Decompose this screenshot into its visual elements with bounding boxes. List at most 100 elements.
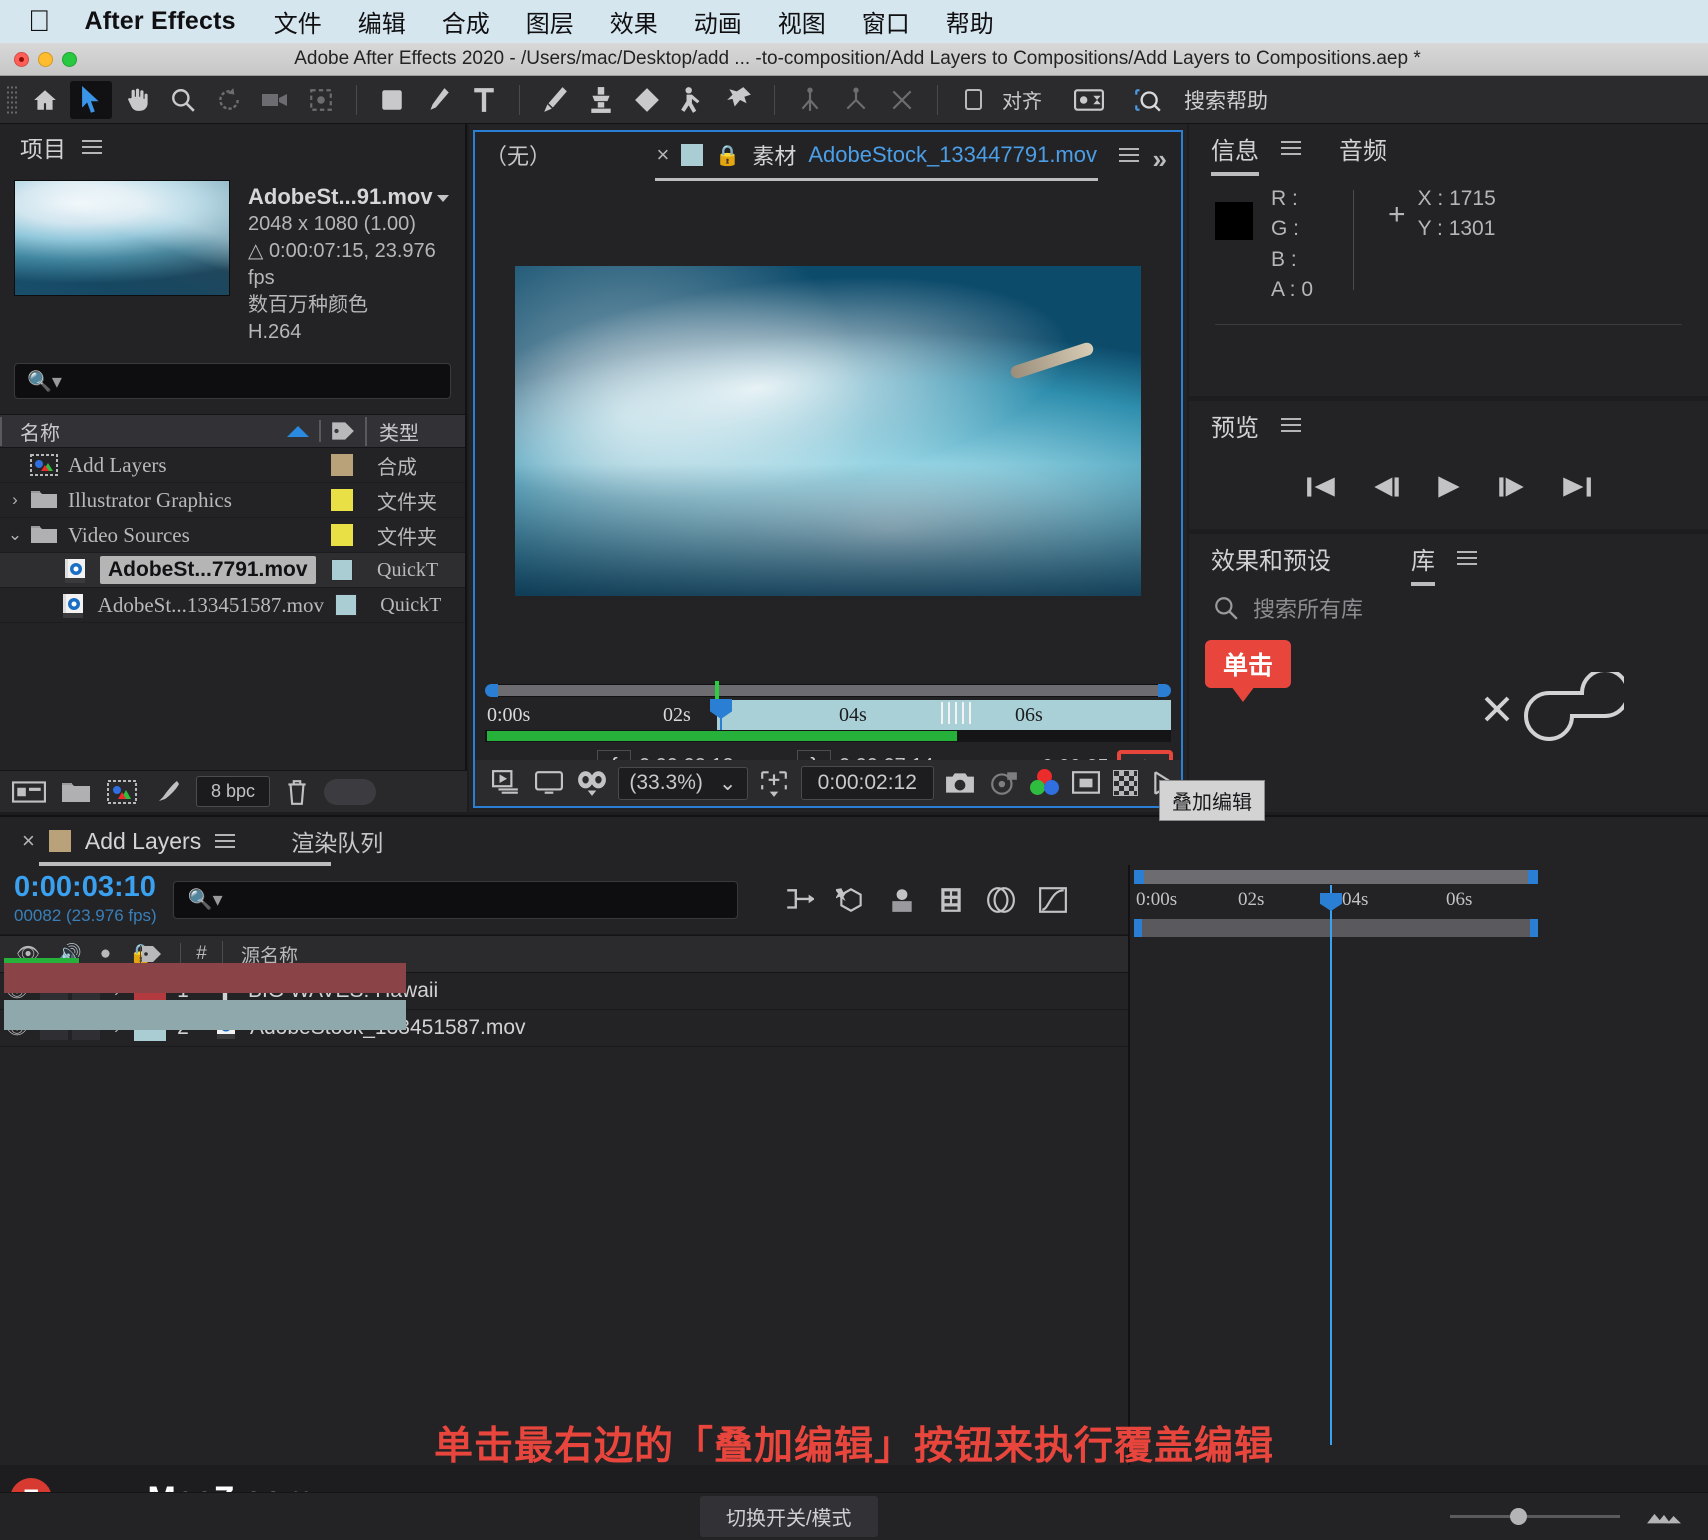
scrollbar-right-handle[interactable] (1528, 870, 1538, 884)
tab-preview[interactable]: 预览 (1211, 408, 1259, 443)
tab-composition-none[interactable]: （无） (485, 139, 551, 171)
close-window-button[interactable] (14, 51, 29, 67)
zoom-level-select[interactable]: (33.3%) ⌄ (618, 766, 748, 800)
close-icon[interactable]: × (22, 828, 35, 854)
shape-tool-icon[interactable] (371, 81, 413, 119)
timeline-zoom-scrollbar[interactable] (1134, 870, 1538, 884)
maximize-window-button[interactable] (62, 51, 77, 67)
menu-item-composition[interactable]: 合成 (442, 4, 490, 39)
timeline-panel-menu-icon[interactable] (215, 834, 236, 848)
viewer-panel-menu-icon[interactable] (1119, 148, 1139, 162)
menu-app-name[interactable]: After Effects (85, 7, 236, 36)
text-tool-icon[interactable] (463, 81, 505, 119)
layer-bar-2[interactable] (4, 1000, 406, 1030)
menu-item-window[interactable]: 窗口 (862, 4, 910, 39)
hide-shy-layers-icon[interactable] (888, 886, 916, 914)
chevron-down-icon[interactable] (436, 194, 449, 202)
viewer-time-ruler[interactable]: 0:00s 02s 04s 06s (485, 699, 1171, 731)
delete-icon[interactable] (284, 778, 310, 806)
tab-effects-presets[interactable]: 效果和预设 (1211, 541, 1331, 576)
timeline-work-area-band[interactable] (1134, 919, 1538, 937)
column-header-type[interactable]: 类型 (365, 416, 465, 446)
project-panel-menu-icon[interactable] (82, 140, 102, 154)
row-color-swatch[interactable] (335, 594, 358, 617)
hand-tool-icon[interactable] (116, 81, 158, 119)
column-header-label[interactable] (319, 420, 365, 443)
viewer-time-scrollbar[interactable] (485, 681, 1171, 700)
scrollbar-left-handle[interactable] (485, 684, 498, 697)
align-center-icon[interactable] (835, 81, 877, 119)
footage-tab-filename[interactable]: AdobeStock_133447791.mov (808, 142, 1097, 168)
table-row[interactable]: AdobeSt...133451587.mov QuickT (0, 588, 465, 624)
go-to-start-icon[interactable] (1305, 474, 1339, 500)
libraries-panel-menu-icon[interactable] (1457, 551, 1477, 565)
column-header-name[interactable]: 名称 (0, 416, 319, 446)
search-help-icon[interactable] (1126, 81, 1168, 119)
enable-frame-blending-icon[interactable] (938, 886, 964, 914)
row-color-swatch[interactable] (331, 489, 353, 512)
row-color-swatch[interactable] (331, 454, 353, 477)
search-help-label[interactable]: 搜索帮助 (1184, 85, 1268, 115)
work-area-end-handle[interactable] (1530, 919, 1538, 937)
timeline-search-input[interactable]: 🔍▾ (172, 880, 738, 919)
close-icon[interactable]: × (657, 142, 670, 168)
apple-logo-icon[interactable]:  (28, 6, 51, 37)
home-icon[interactable] (24, 81, 66, 119)
scrollbar-right-handle[interactable] (1158, 684, 1171, 697)
pan-behind-tool-icon[interactable] (300, 81, 342, 119)
project-search-input[interactable]: 🔍▾ (14, 363, 451, 400)
tab-libraries[interactable]: 库 (1411, 541, 1435, 586)
table-row-selected[interactable]: AdobeSt...7791.mov QuickT (0, 553, 465, 589)
viewer-work-area-bar[interactable] (485, 730, 1171, 742)
pen-tool-icon[interactable] (417, 81, 459, 119)
brush-tool-icon[interactable] (534, 81, 576, 119)
timeline-time-display[interactable]: 0:00:03:10 00082 (23.976 fps) (14, 873, 157, 926)
always-preview-this-view-icon[interactable] (489, 766, 522, 800)
minimize-window-button[interactable] (38, 51, 53, 67)
expand-panel-icon[interactable]: » (1153, 144, 1167, 175)
viewer-playhead[interactable] (710, 699, 732, 731)
work-area-start-handle[interactable] (1134, 919, 1142, 937)
tab-add-layers[interactable]: Add Layers (38, 828, 332, 866)
workspace-settings-icon[interactable] (1068, 81, 1110, 119)
show-channel-icon[interactable] (1030, 769, 1060, 797)
table-row[interactable]: › Illustrator Graphics 文件夹 (0, 483, 465, 519)
row-color-swatch[interactable] (331, 524, 353, 547)
timeline-playhead[interactable] (1320, 885, 1342, 1445)
3d-view-icon[interactable] (575, 766, 608, 800)
table-row[interactable]: ⌄ Video Sources 文件夹 (0, 518, 465, 554)
zoom-tool-icon[interactable] (162, 81, 204, 119)
snapping-checkbox[interactable] (952, 81, 994, 119)
preview-panel-menu-icon[interactable] (1281, 418, 1301, 432)
sort-ascending-icon[interactable] (287, 425, 309, 437)
lock-icon[interactable]: 🔒 (715, 143, 740, 168)
take-snapshot-icon[interactable] (944, 766, 977, 800)
puppet-pin-tool-icon[interactable] (718, 81, 760, 119)
graph-editor-icon[interactable] (1038, 886, 1068, 914)
timeline-current-time[interactable]: 0:00:03:10 (14, 873, 157, 902)
go-to-end-icon[interactable] (1559, 474, 1593, 500)
region-of-interest-icon[interactable] (758, 766, 791, 800)
toolbar-grip[interactable] (6, 84, 18, 115)
window-controls[interactable] (14, 51, 77, 67)
info-panel-menu-icon[interactable] (1281, 141, 1301, 155)
menu-item-animation[interactable]: 动画 (694, 4, 742, 39)
menu-item-effect[interactable]: 效果 (610, 4, 658, 39)
viewer-current-time[interactable]: 0:00:02:12 (800, 766, 934, 800)
rotation-tool-icon[interactable] (208, 81, 250, 119)
new-composition-icon[interactable] (106, 779, 138, 805)
row-disclosure-expanded[interactable]: ⌄ (0, 525, 30, 545)
play-icon[interactable] (1433, 474, 1465, 500)
clone-stamp-tool-icon[interactable] (580, 81, 622, 119)
menu-item-view[interactable]: 视图 (778, 4, 826, 39)
timeline-view-icon[interactable] (1646, 1506, 1682, 1528)
scrollbar-track[interactable] (485, 684, 1171, 697)
menu-item-help[interactable]: 帮助 (946, 4, 994, 39)
scrollbar-left-handle[interactable] (1134, 870, 1144, 884)
toggle-switches-modes-button[interactable]: 切换开关/模式 (700, 1496, 878, 1537)
main-viewer-icon[interactable] (532, 766, 565, 800)
previous-frame-icon[interactable] (1369, 474, 1403, 500)
column-header-label-tag[interactable] (140, 945, 180, 963)
layer-bar-1[interactable] (4, 963, 406, 993)
menu-item-layer[interactable]: 图层 (526, 4, 574, 39)
